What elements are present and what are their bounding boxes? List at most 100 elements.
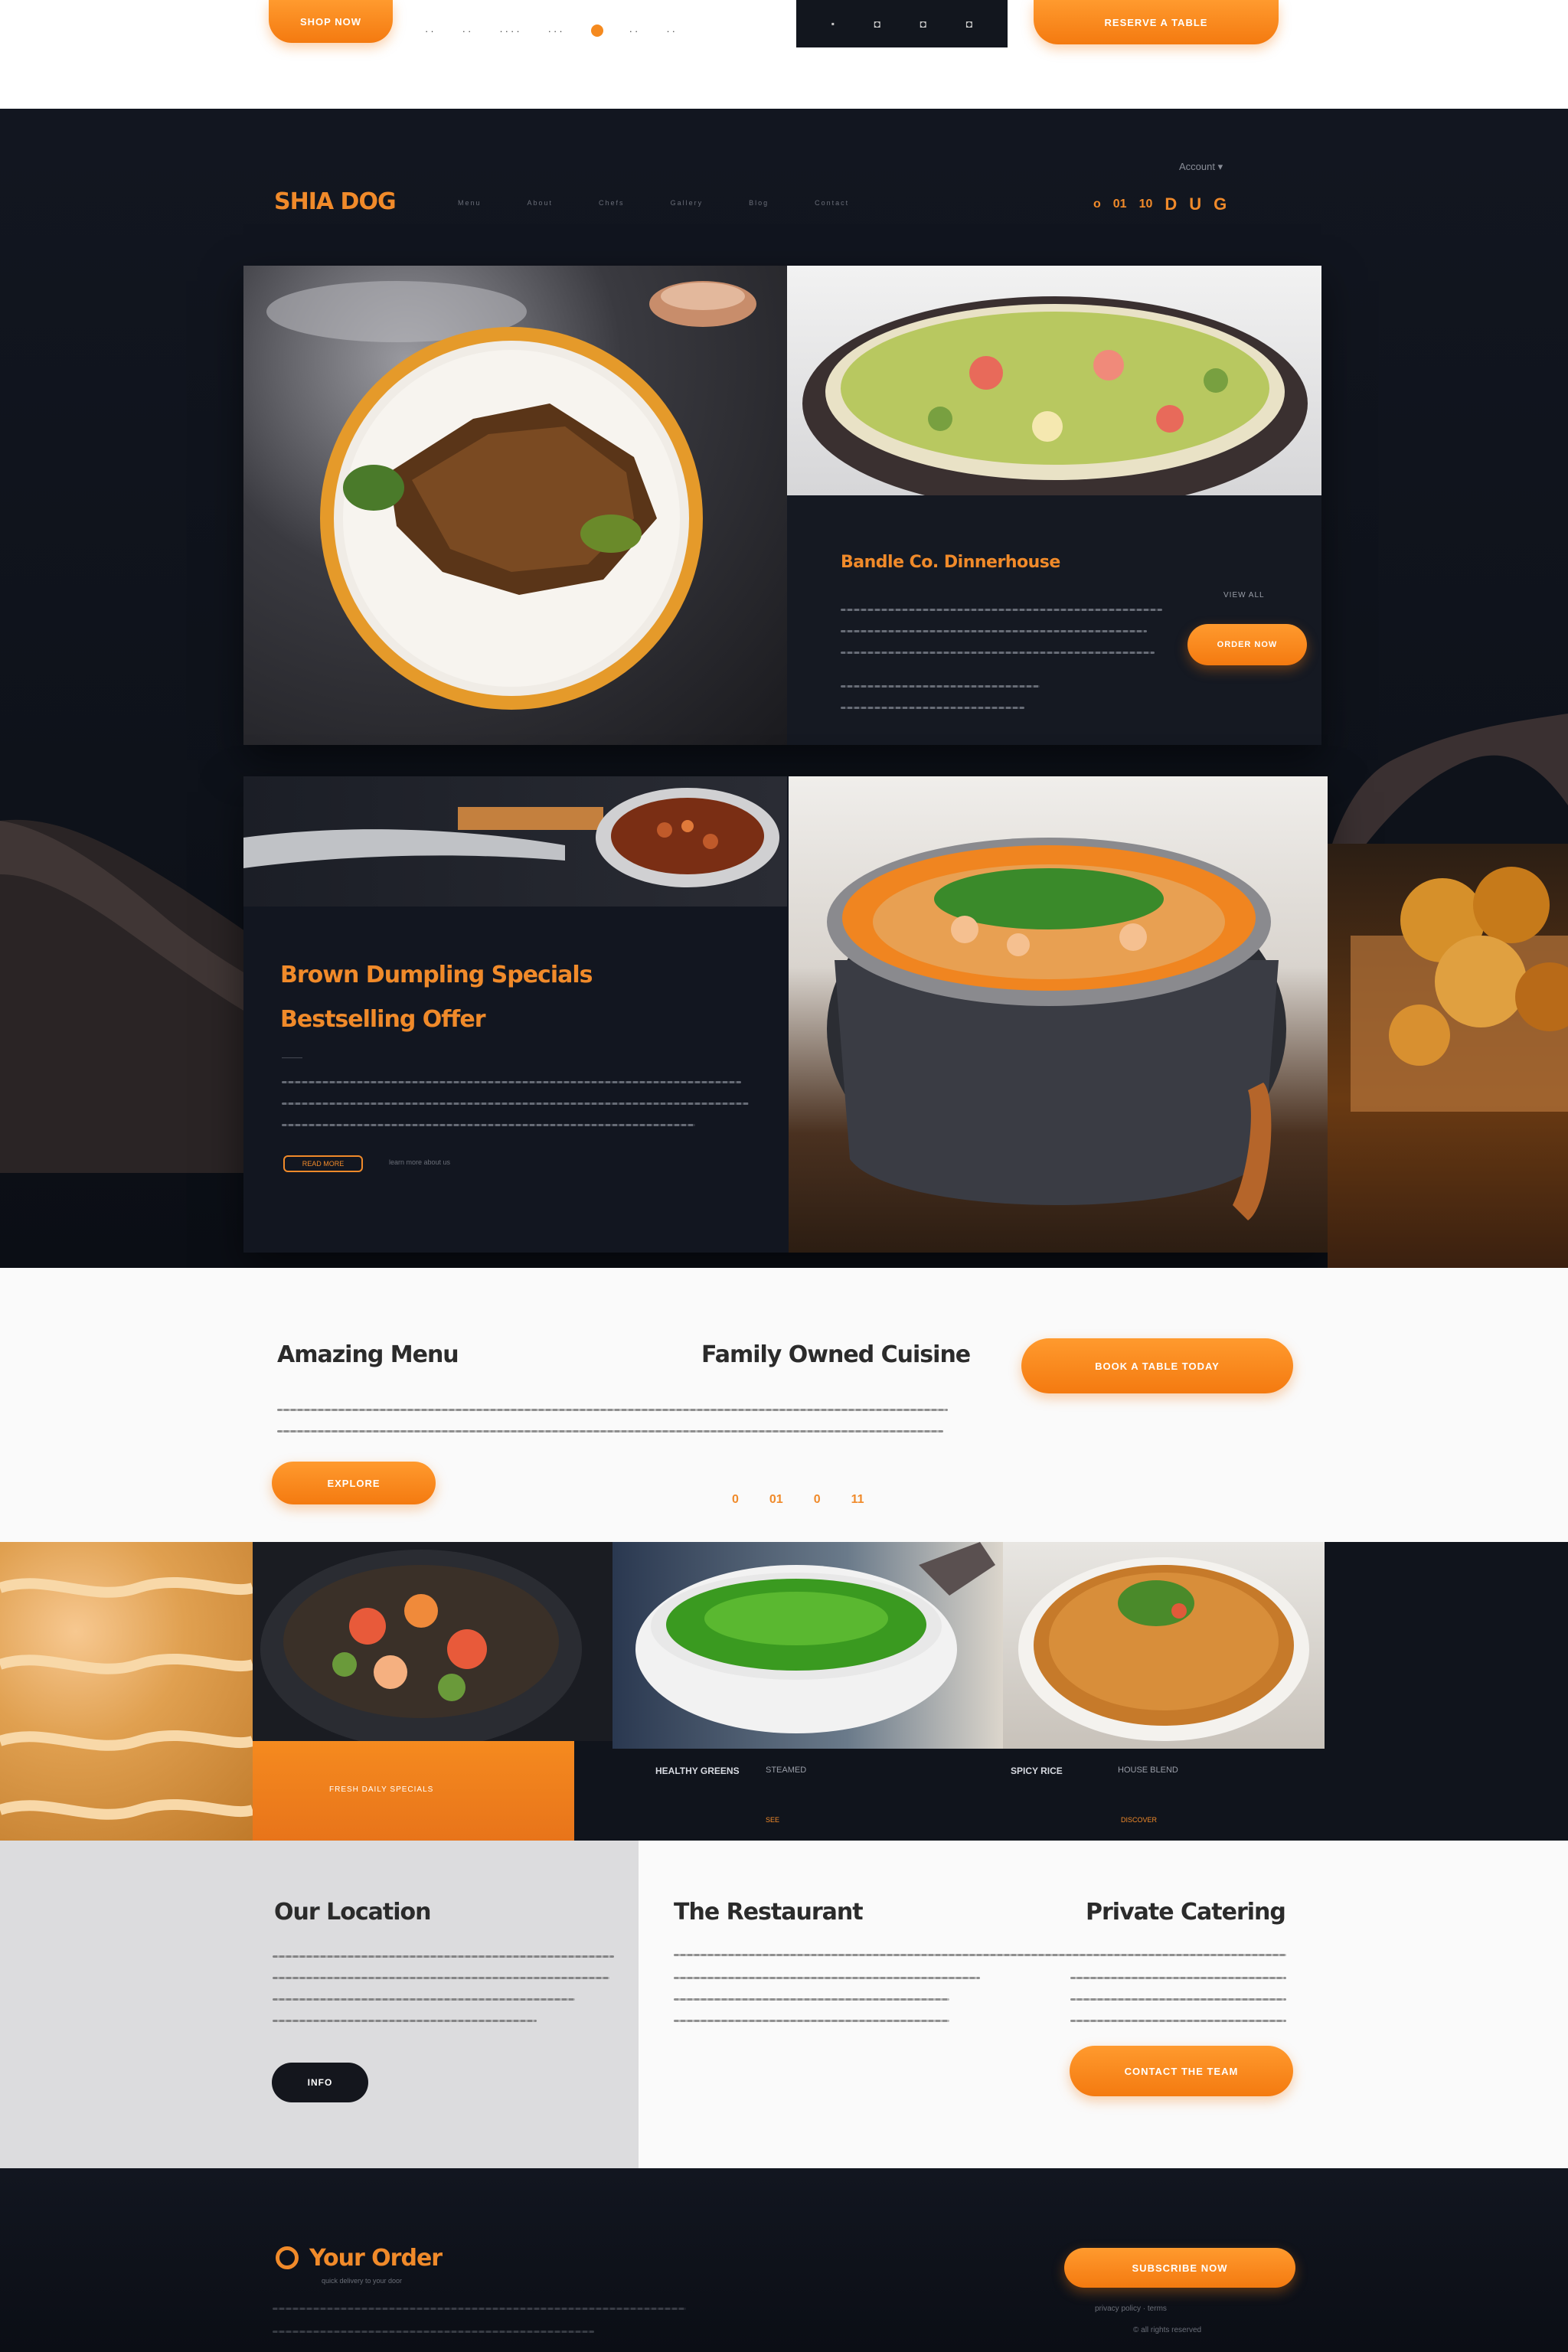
- top-nav-item[interactable]: ···: [548, 25, 565, 37]
- info-text-line: [273, 1955, 614, 1958]
- gallery-strip: FRESH DAILY SPECIALS HEALTHY GREENS STEA…: [0, 1542, 1568, 1841]
- top-nav-item[interactable]: ··: [629, 25, 641, 37]
- order-now-button[interactable]: ORDER NOW: [1187, 624, 1307, 665]
- pagination: 0 01 0 11: [732, 1493, 864, 1507]
- info-text-line: [273, 1998, 575, 2001]
- feature-card: Bandle Co. Dinnerhouse VIEW ALL ORDER NO…: [243, 266, 1321, 745]
- nav-item-blog[interactable]: Blog: [749, 199, 769, 207]
- info-right-title: Private Catering: [1086, 1899, 1286, 1926]
- reserve-table-button[interactable]: RESERVE A TABLE: [1034, 0, 1279, 44]
- pagination-item[interactable]: 11: [851, 1493, 864, 1507]
- card-text-line: [841, 707, 1024, 709]
- footer-text-line: [273, 2308, 686, 2310]
- footer-text-line: [273, 2331, 594, 2333]
- bread-texture-image: [0, 1542, 253, 1841]
- nav-item-gallery[interactable]: Gallery: [671, 199, 704, 207]
- card-title: Bandle Co. Dinnerhouse: [841, 553, 1060, 572]
- intro-section: Amazing Menu Family Owned Cuisine BOOK A…: [0, 1268, 1568, 1542]
- intro-title-left: Amazing Menu: [277, 1341, 459, 1368]
- intro-text-line: [277, 1409, 948, 1411]
- top-nav-item[interactable]: ··: [462, 25, 474, 37]
- footer-small-1: privacy policy · terms: [1095, 2305, 1167, 2313]
- info-text-line: [1070, 1977, 1286, 1979]
- spoons-image: [243, 776, 787, 906]
- contact-team-button[interactable]: CONTACT THE TEAM: [1070, 2046, 1293, 2096]
- right-nav: o 01 10 D U G: [1093, 194, 1227, 214]
- pagination-item[interactable]: 01: [769, 1493, 783, 1507]
- wok-dish-image: [253, 1542, 612, 1741]
- nav-item-chefs[interactable]: Chefs: [599, 199, 625, 207]
- top-bar: SHOP NOW ·· ·· ···· ··· ·· ·· ▪ ◘ ◘ ◘ RE…: [0, 0, 1568, 109]
- hero-section: SHIA DOG Menu About Chefs Gallery Blog C…: [0, 109, 1568, 1268]
- brand-logo[interactable]: SHIA DOG: [274, 188, 397, 215]
- footer-title: Your Order: [309, 2245, 443, 2272]
- top-dark-item[interactable]: ◘: [920, 18, 926, 30]
- spicy-rice-image: [1003, 1542, 1325, 1749]
- soup-pot-image: [789, 776, 1328, 1253]
- info-text-line: [674, 1977, 980, 1979]
- top-nav-item[interactable]: ····: [499, 25, 521, 37]
- info-text-line: [674, 1998, 949, 2001]
- card-text-line: [282, 1102, 749, 1105]
- nav-item-contact[interactable]: Contact: [815, 199, 849, 207]
- gallery-caption-3-link[interactable]: DISCOVER: [1121, 1816, 1157, 1824]
- gallery-caption-2-sub: STEAMED: [766, 1766, 807, 1775]
- info-text-line: [1070, 1998, 1286, 2001]
- book-table-button[interactable]: BOOK A TABLE TODAY: [1021, 1338, 1293, 1393]
- greens-bowl-image: [612, 1542, 1003, 1749]
- dish-plate-image: [243, 266, 787, 745]
- learn-more-link[interactable]: learn more about us: [389, 1158, 450, 1166]
- gallery-caption-3-title: SPICY RICE: [1011, 1766, 1063, 1776]
- account-link[interactable]: Account ▾: [1179, 161, 1223, 173]
- gallery-caption-3-sub: HOUSE BLEND: [1118, 1766, 1178, 1775]
- footer: Your Order quick delivery to your door S…: [0, 2168, 1568, 2352]
- info-text-line: [674, 1954, 1286, 1956]
- intro-title-center: Family Owned Cuisine: [701, 1341, 971, 1368]
- footer-small-2: © all rights reserved: [1133, 2326, 1202, 2334]
- gallery-caption-2-link[interactable]: SEE: [766, 1816, 779, 1824]
- card2-meta: ———: [282, 1054, 302, 1061]
- read-more-link[interactable]: READ MORE: [283, 1155, 363, 1172]
- fabric-decoration: [0, 819, 260, 1173]
- top-nav-item[interactable]: ··: [425, 25, 436, 37]
- subscribe-button[interactable]: SUBSCRIBE NOW: [1064, 2248, 1295, 2288]
- gallery-caption-panel: FRESH DAILY SPECIALS: [253, 1741, 574, 1841]
- feature-card: Brown Dumpling Specials Bestselling Offe…: [243, 776, 1328, 1253]
- right-nav-item[interactable]: U: [1189, 194, 1201, 214]
- info-left-title: Our Location: [274, 1899, 431, 1926]
- card-text-line: [841, 652, 1155, 654]
- top-dark-item[interactable]: ◘: [966, 18, 972, 30]
- intro-text-line: [277, 1430, 943, 1432]
- pagination-item[interactable]: 0: [814, 1493, 821, 1507]
- nav-item-about[interactable]: About: [528, 199, 554, 207]
- nav-item-menu[interactable]: Menu: [458, 199, 482, 207]
- info-left-panel: Our Location INFO: [0, 1841, 639, 2168]
- explore-button[interactable]: EXPLORE: [272, 1462, 436, 1504]
- card-text-line: [282, 1124, 695, 1126]
- info-text-line: [273, 2020, 537, 2022]
- info-button[interactable]: INFO: [272, 2063, 368, 2102]
- top-nav: ·· ·· ···· ··· ·· ··: [425, 23, 769, 38]
- info-mid-title: The Restaurant: [674, 1899, 864, 1926]
- right-nav-item[interactable]: 01: [1113, 198, 1127, 211]
- top-dark-item[interactable]: ▪: [831, 18, 835, 29]
- card-tag[interactable]: VIEW ALL: [1223, 591, 1265, 599]
- right-nav-item[interactable]: G: [1214, 194, 1227, 214]
- gallery-caption-2-title: HEALTHY GREENS: [655, 1766, 740, 1776]
- gallery-caption-1: FRESH DAILY SPECIALS: [329, 1785, 434, 1794]
- top-dark-item[interactable]: ◘: [874, 18, 880, 30]
- top-nav-item-active[interactable]: [590, 24, 603, 37]
- main-nav: Menu About Chefs Gallery Blog Contact: [458, 199, 994, 207]
- pagination-item[interactable]: 0: [732, 1493, 739, 1507]
- right-nav-item[interactable]: D: [1165, 194, 1177, 214]
- card2-title-line2: Bestselling Offer: [280, 1006, 485, 1033]
- right-nav-item[interactable]: o: [1093, 198, 1101, 211]
- footer-logo-icon: [276, 2246, 299, 2269]
- fried-snacks-image: [1328, 844, 1568, 1268]
- shop-now-button[interactable]: SHOP NOW: [269, 0, 393, 43]
- info-section: Our Location INFO The Restaurant Private…: [0, 1841, 1568, 2168]
- top-nav-item[interactable]: ··: [666, 25, 678, 37]
- right-nav-item[interactable]: 10: [1139, 198, 1153, 211]
- card-text-line: [841, 609, 1162, 611]
- card-text-line: [841, 685, 1040, 688]
